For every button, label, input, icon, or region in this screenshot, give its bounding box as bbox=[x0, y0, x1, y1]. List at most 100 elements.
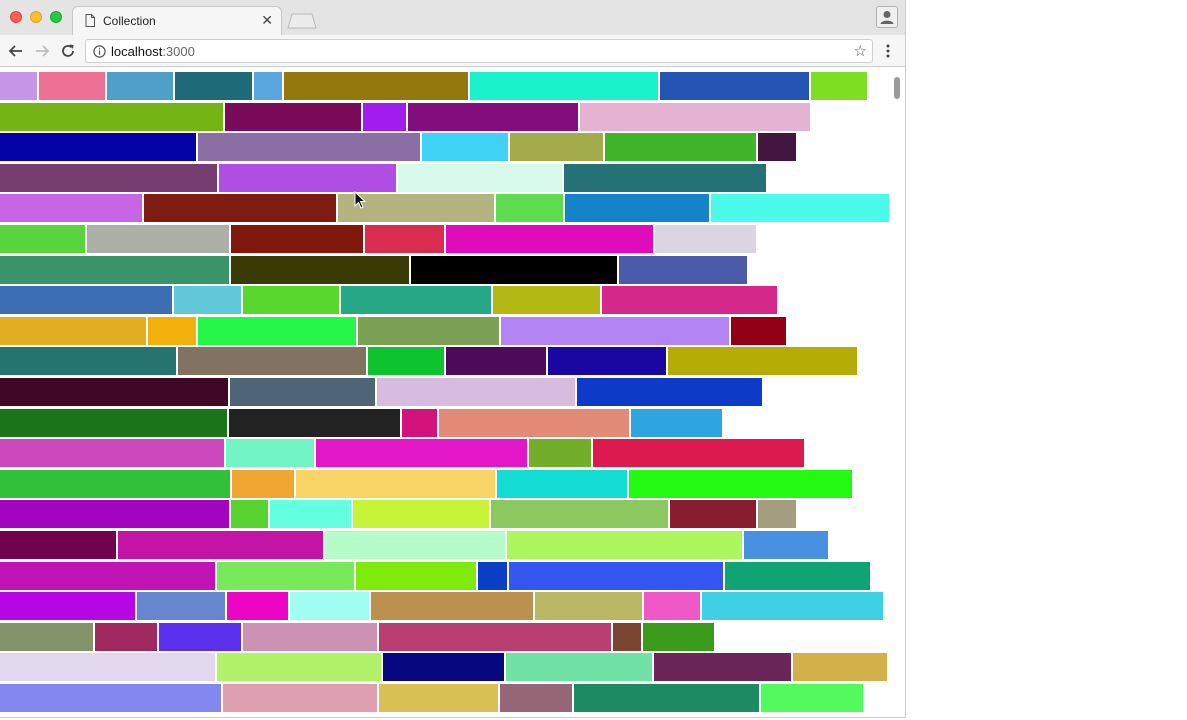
color-block[interactable] bbox=[501, 316, 729, 345]
color-block[interactable] bbox=[107, 72, 173, 100]
color-block[interactable] bbox=[174, 286, 241, 315]
color-block[interactable] bbox=[0, 163, 217, 192]
new-tab-icon[interactable] bbox=[287, 13, 317, 29]
color-block[interactable] bbox=[231, 255, 409, 284]
color-block[interactable] bbox=[644, 592, 700, 621]
color-block[interactable] bbox=[353, 500, 489, 529]
color-block[interactable] bbox=[605, 133, 756, 162]
color-block[interactable] bbox=[284, 72, 468, 100]
color-block[interactable] bbox=[363, 102, 406, 131]
color-block[interactable] bbox=[446, 225, 653, 253]
color-block[interactable] bbox=[535, 592, 642, 621]
color-block[interactable] bbox=[493, 286, 600, 315]
color-block[interactable] bbox=[496, 194, 563, 223]
color-block[interactable] bbox=[761, 684, 863, 712]
color-block[interactable] bbox=[148, 316, 196, 345]
color-block[interactable] bbox=[629, 469, 852, 498]
color-block[interactable] bbox=[398, 163, 562, 192]
color-block[interactable] bbox=[509, 561, 723, 590]
color-block[interactable] bbox=[232, 469, 294, 498]
color-block[interactable] bbox=[670, 500, 756, 529]
color-block[interactable] bbox=[507, 531, 742, 559]
color-block[interactable] bbox=[0, 255, 229, 284]
color-block[interactable] bbox=[491, 500, 668, 529]
color-block[interactable] bbox=[0, 592, 135, 621]
color-block[interactable] bbox=[87, 225, 229, 253]
color-block[interactable] bbox=[159, 622, 241, 651]
color-block[interactable] bbox=[510, 133, 603, 162]
color-block[interactable] bbox=[0, 72, 37, 100]
close-window-button[interactable] bbox=[10, 11, 22, 23]
color-block[interactable] bbox=[422, 133, 508, 162]
color-block[interactable] bbox=[368, 347, 444, 376]
color-block[interactable] bbox=[619, 255, 747, 284]
color-block[interactable] bbox=[0, 286, 172, 315]
color-block[interactable] bbox=[296, 469, 495, 498]
color-block[interactable] bbox=[231, 500, 268, 529]
color-block[interactable] bbox=[470, 72, 658, 100]
color-block[interactable] bbox=[137, 592, 225, 621]
color-block[interactable] bbox=[0, 102, 223, 131]
color-block[interactable] bbox=[631, 408, 722, 437]
color-block[interactable] bbox=[227, 592, 288, 621]
color-block[interactable] bbox=[365, 225, 444, 253]
color-block[interactable] bbox=[446, 347, 546, 376]
color-block[interactable] bbox=[358, 316, 499, 345]
color-block[interactable] bbox=[219, 163, 396, 192]
reload-icon[interactable] bbox=[59, 42, 77, 60]
color-block[interactable] bbox=[0, 684, 221, 712]
address-bar[interactable]: localhost:3000 ☆ bbox=[85, 39, 873, 63]
color-block[interactable] bbox=[377, 378, 575, 406]
color-block[interactable] bbox=[564, 163, 766, 192]
color-block[interactable] bbox=[341, 286, 491, 315]
color-block[interactable] bbox=[602, 286, 777, 315]
color-block[interactable] bbox=[408, 102, 578, 131]
color-block[interactable] bbox=[0, 653, 215, 682]
forward-icon[interactable] bbox=[33, 42, 51, 60]
star-icon[interactable]: ☆ bbox=[854, 42, 867, 60]
color-block[interactable] bbox=[744, 531, 828, 559]
color-block[interactable] bbox=[290, 592, 369, 621]
color-block[interactable] bbox=[577, 378, 762, 406]
color-block[interactable] bbox=[243, 622, 377, 651]
profile-icon[interactable] bbox=[876, 6, 898, 28]
color-block[interactable] bbox=[758, 133, 796, 162]
color-block[interactable] bbox=[702, 592, 883, 621]
color-block[interactable] bbox=[758, 500, 796, 529]
color-block[interactable] bbox=[0, 622, 93, 651]
color-block[interactable] bbox=[198, 133, 420, 162]
color-block[interactable] bbox=[0, 194, 142, 223]
color-block[interactable] bbox=[654, 653, 791, 682]
color-block[interactable] bbox=[548, 347, 666, 376]
color-block[interactable] bbox=[0, 225, 85, 253]
color-block[interactable] bbox=[175, 72, 252, 100]
color-block[interactable] bbox=[725, 561, 870, 590]
color-block[interactable] bbox=[379, 684, 498, 712]
color-block[interactable] bbox=[500, 684, 572, 712]
color-block[interactable] bbox=[243, 286, 339, 315]
color-block[interactable] bbox=[0, 378, 228, 406]
color-block[interactable] bbox=[217, 653, 381, 682]
color-block[interactable] bbox=[731, 316, 786, 345]
color-block[interactable] bbox=[217, 561, 354, 590]
info-icon[interactable] bbox=[93, 45, 106, 58]
color-block[interactable] bbox=[230, 378, 375, 406]
color-block[interactable] bbox=[356, 561, 476, 590]
color-block[interactable] bbox=[411, 255, 617, 284]
color-block[interactable] bbox=[668, 347, 857, 376]
color-block[interactable] bbox=[0, 133, 196, 162]
color-block[interactable] bbox=[144, 194, 336, 223]
scrollbar-thumb[interactable] bbox=[894, 77, 900, 99]
color-block[interactable] bbox=[660, 72, 809, 100]
color-block[interactable] bbox=[0, 469, 230, 498]
color-block[interactable] bbox=[0, 531, 116, 559]
color-block[interactable] bbox=[0, 500, 229, 529]
color-block[interactable] bbox=[0, 316, 146, 345]
color-block[interactable] bbox=[593, 439, 804, 468]
color-block[interactable] bbox=[178, 347, 366, 376]
color-block[interactable] bbox=[198, 316, 356, 345]
color-block[interactable] bbox=[613, 622, 641, 651]
color-block[interactable] bbox=[254, 72, 282, 100]
color-block[interactable] bbox=[225, 102, 361, 131]
color-block[interactable] bbox=[316, 439, 527, 468]
